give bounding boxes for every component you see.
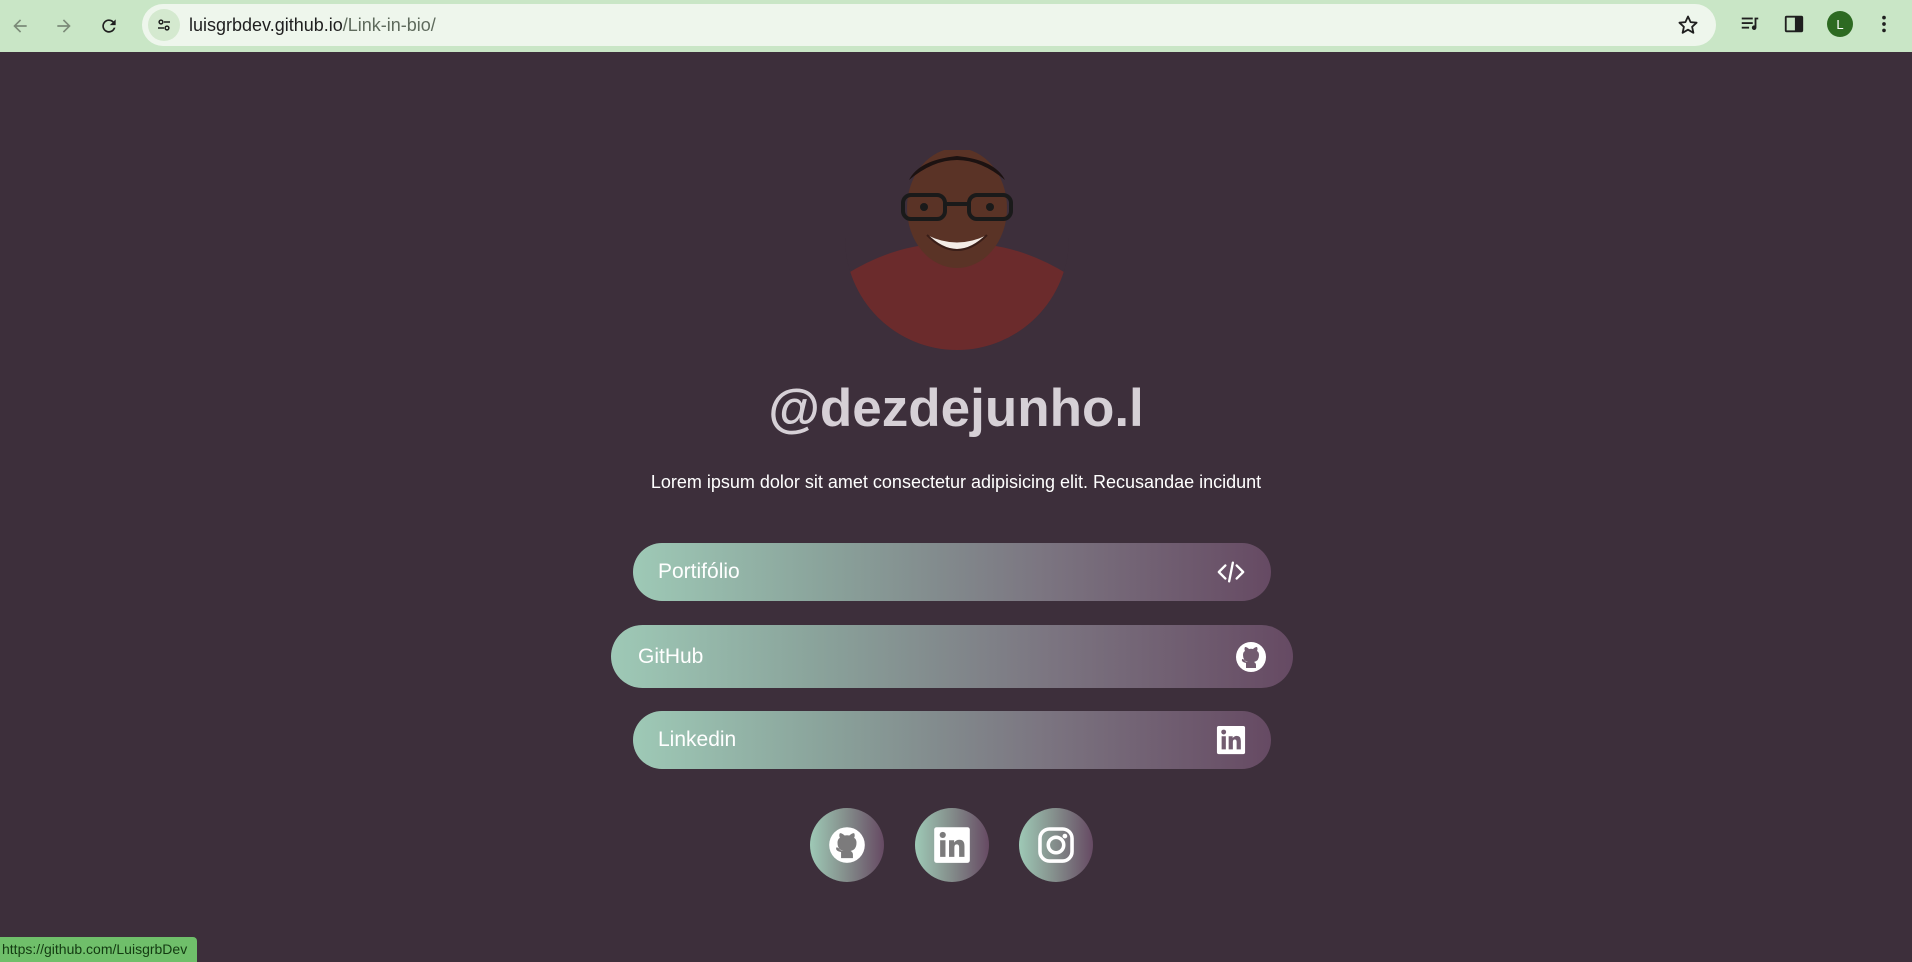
instagram-icon xyxy=(1038,827,1074,863)
address-bar[interactable]: luisgrbdev.github.io/Link-in-bio/ xyxy=(142,4,1716,46)
side-panel-icon[interactable] xyxy=(1782,12,1806,36)
github-link-label: GitHub xyxy=(638,644,704,668)
url-text[interactable]: luisgrbdev.github.io/Link-in-bio/ xyxy=(189,15,436,36)
linkedin-icon xyxy=(1215,724,1247,756)
social-github-button[interactable] xyxy=(810,808,884,882)
code-icon xyxy=(1215,556,1247,588)
linkedin-link-label: Linkedin xyxy=(658,728,737,751)
back-button[interactable] xyxy=(4,10,36,42)
profile-photo xyxy=(845,150,1069,350)
social-linkedin-button[interactable] xyxy=(915,808,989,882)
media-control-icon[interactable] xyxy=(1738,12,1762,36)
url-host: luisgrbdev.github.io xyxy=(189,15,343,35)
linkedin-icon xyxy=(934,827,970,863)
browser-toolbar: luisgrbdev.github.io/Link-in-bio/ L xyxy=(0,0,1912,52)
reload-button[interactable] xyxy=(93,10,125,42)
url-path: /Link-in-bio/ xyxy=(342,15,436,35)
bio-text: Lorem ipsum dolor sit amet consectetur a… xyxy=(650,472,1262,492)
reload-icon xyxy=(102,19,116,33)
forward-button[interactable] xyxy=(48,10,80,42)
github-link-button[interactable]: GitHub xyxy=(611,625,1293,688)
menu-kebab-icon[interactable] xyxy=(1872,12,1896,36)
arrow-left-icon xyxy=(13,19,27,33)
portfolio-link-label: Portifólio xyxy=(658,560,740,583)
username-heading: @dezdejunho.l xyxy=(768,379,1144,438)
profile-avatar[interactable]: L xyxy=(1827,11,1853,37)
github-icon xyxy=(829,827,865,863)
tune-icon xyxy=(158,19,170,31)
site-info-button[interactable] xyxy=(148,9,180,41)
portfolio-link-button[interactable]: Portifólio xyxy=(633,543,1271,601)
social-instagram-button[interactable] xyxy=(1019,808,1093,882)
arrow-right-icon xyxy=(57,19,71,33)
bookmark-star-icon[interactable] xyxy=(1676,13,1700,37)
linkedin-link-button[interactable]: Linkedin xyxy=(633,711,1271,769)
status-bar-url: https://github.com/LuisgrbDev xyxy=(0,937,198,962)
github-icon xyxy=(1235,641,1267,673)
